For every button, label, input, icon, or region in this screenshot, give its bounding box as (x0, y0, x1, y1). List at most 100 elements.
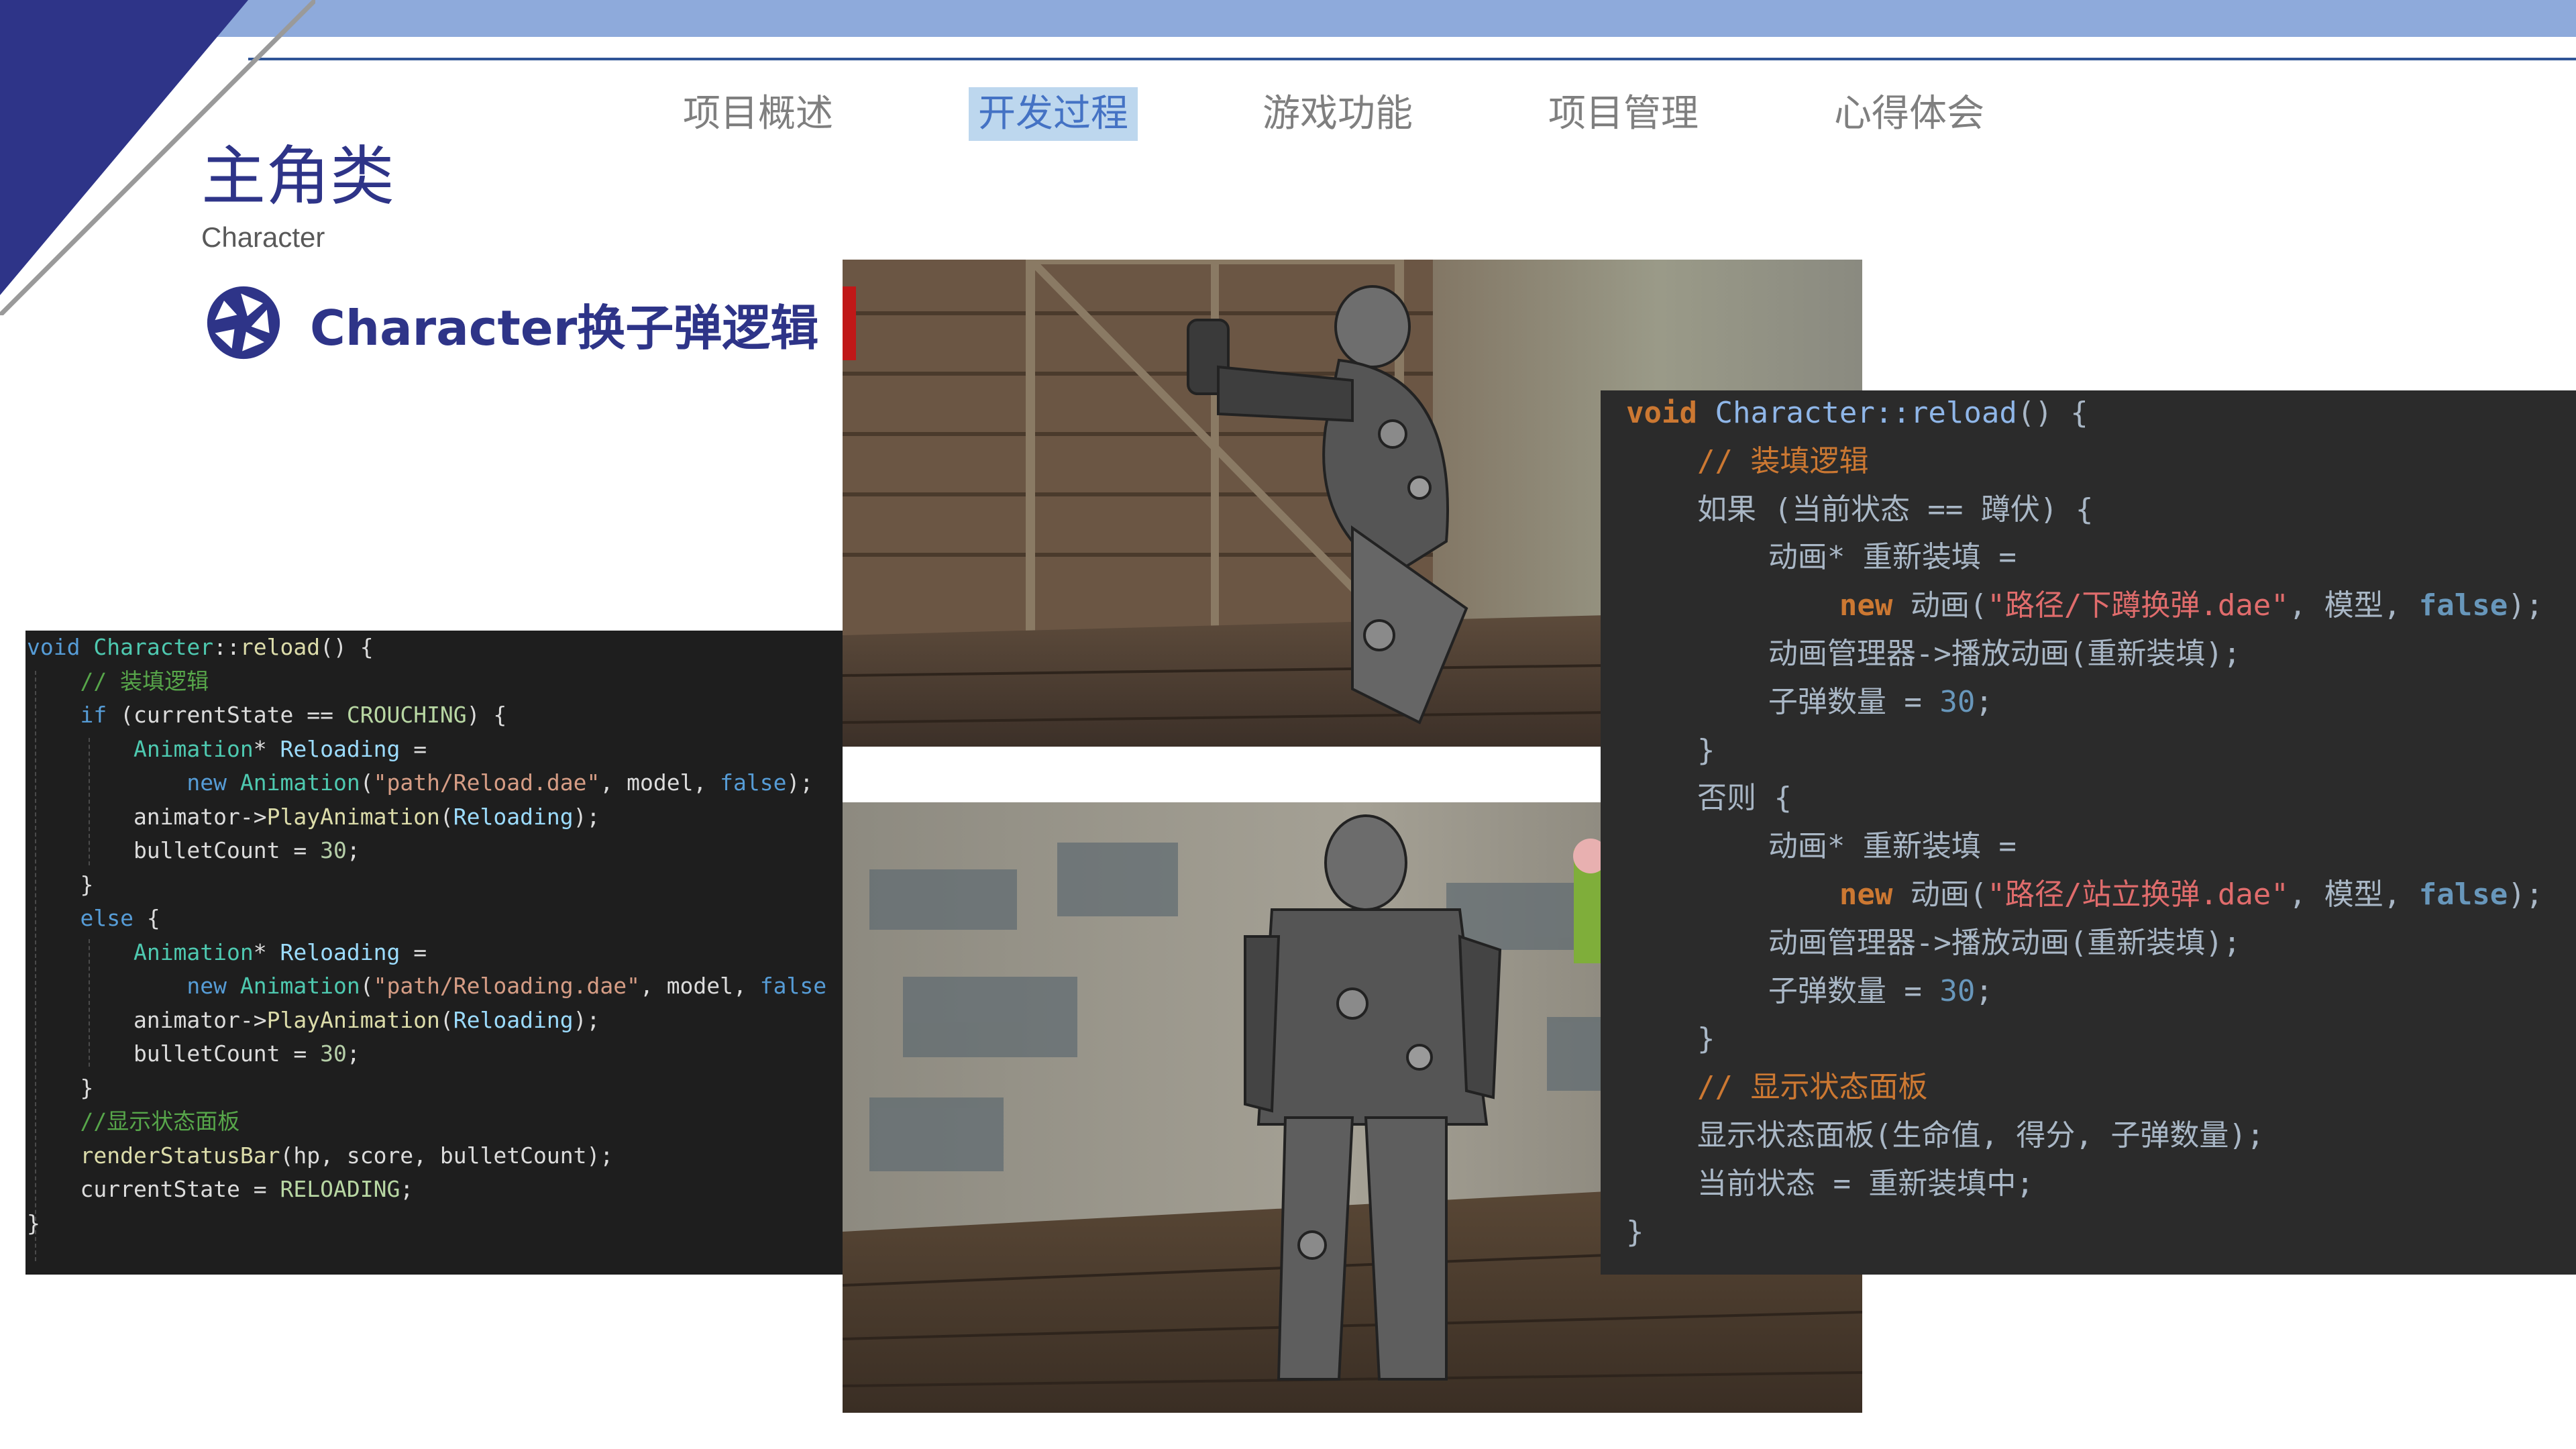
code-token: Reloading (453, 1006, 574, 1033)
code-line: Animation* Reloading = (27, 936, 427, 969)
header-rule (248, 58, 2576, 60)
code-token: 动画* 重新装填 = (1626, 540, 2017, 575)
code-token: 30 (1939, 973, 1976, 1008)
code-line: //显示状态面板 (27, 1105, 239, 1138)
code-line: } (27, 1071, 93, 1105)
header-band (0, 0, 2576, 37)
code-token: PlayAnimation (266, 1006, 440, 1033)
code-token: { (133, 905, 160, 931)
code-token: () { (320, 634, 374, 660)
code-token: if (80, 702, 107, 728)
code-token: // 显示状态面板 (1697, 1070, 1928, 1105)
code-token: // 装填逻辑 (80, 667, 209, 694)
code-token: new (186, 973, 227, 999)
code-token: 30 (320, 837, 347, 863)
code-token: 动画管理器->播放动画(重新装填); (1626, 925, 2241, 960)
code-token: Reloading (280, 938, 400, 965)
code-token: RELOADING (280, 1176, 400, 1202)
code-token: } (27, 1074, 94, 1101)
code-token: ; (1975, 684, 1993, 719)
code-line: 子弹数量 = 30; (1626, 967, 1993, 1015)
code-token: new (1839, 588, 1893, 623)
code-line: 子弹数量 = 30; (1626, 678, 1993, 726)
code-line: else { (27, 902, 160, 935)
tab-game-features[interactable]: 游戏功能 (1263, 87, 1413, 141)
code-token: } (1626, 1214, 1644, 1249)
code-token: 当前状态 = 重新装填中; (1626, 1166, 2034, 1201)
code-token: ) { (466, 702, 507, 728)
code-token: bulletCount = (27, 837, 321, 863)
code-token: ); (573, 803, 600, 830)
code-line: // 显示状态面板 (1626, 1063, 1927, 1111)
code-token: ; (400, 1176, 414, 1202)
code-token: Animation (239, 973, 360, 999)
code-token: 30 (320, 1040, 347, 1067)
code-line: Animation* Reloading = (27, 733, 427, 766)
code-token: (hp, score, bulletCount); (280, 1142, 614, 1169)
code-token: false (2418, 877, 2508, 912)
code-token: bulletCount = (27, 1040, 321, 1067)
code-token: Character (93, 634, 214, 660)
code-line: 动画* 重新装填 = (1626, 822, 2017, 870)
code-line: 当前状态 = 重新装填中; (1626, 1160, 2034, 1208)
code-token: "路径/站立换弹.dae" (1987, 877, 2289, 912)
tab-development-process[interactable]: 开发过程 (969, 87, 1138, 141)
code-line: void Character::reload() { (27, 631, 374, 664)
code-line: 动画管理器->播放动画(重新装填); (1626, 630, 2241, 678)
code-line: new 动画("路径/站立换弹.dae", 模型, false); (1626, 871, 2543, 918)
code-token: "path/Reloading.dae" (373, 973, 640, 999)
code-line: void Character::reload() { (1626, 390, 2088, 437)
code-token: 动画( (1892, 877, 1988, 912)
code-token: Animation (133, 735, 254, 762)
code-token: 动画* 重新装填 = (1626, 829, 2017, 864)
code-token: , 模型, (2288, 588, 2419, 623)
code-line: new Animation("path/Reloading.dae", mode… (27, 969, 826, 1003)
code-token: 动画管理器->播放动画(重新装填); (1626, 637, 2241, 671)
code-token: ; (346, 837, 360, 863)
code-line: new Animation("path/Reload.dae", model, … (27, 766, 813, 800)
code-token: currentState = (27, 1176, 280, 1202)
code-token: false (759, 973, 827, 999)
code-token: CROUCHING (346, 702, 467, 728)
tab-overview[interactable]: 项目概述 (683, 87, 833, 141)
code-line: bulletCount = 30; (27, 1037, 360, 1071)
code-token: :: (213, 634, 240, 660)
code-token: (currentState == (107, 702, 347, 728)
code-token: 动画( (1892, 588, 1988, 623)
code-token: 显示状态面板(生命值, 得分, 子弹数量); (1626, 1118, 2265, 1152)
code-line: renderStatusBar(hp, score, bulletCount); (27, 1139, 613, 1173)
code-line: 否则 { (1626, 774, 1792, 822)
code-token: ( (360, 973, 374, 999)
code-line: } (1626, 727, 1715, 774)
code-line: } (1626, 1208, 1644, 1256)
code-token: , model, (639, 973, 760, 999)
code-token: new (1839, 877, 1893, 912)
code-line: new 动画("路径/下蹲换弹.dae", 模型, false); (1626, 582, 2543, 629)
code-token: , 模型, (2288, 877, 2419, 912)
code-line: bulletCount = 30; (27, 834, 360, 867)
code-token: animator-> (27, 1006, 267, 1033)
tab-project-management[interactable]: 项目管理 (1548, 87, 1699, 141)
code-line: // 装填逻辑 (27, 665, 209, 698)
code-token: Reloading (453, 803, 574, 830)
code-token: ); (2508, 588, 2544, 623)
code-token: } (27, 1210, 40, 1236)
code-line: } (1626, 1015, 1715, 1063)
code-token: void (1626, 396, 1697, 430)
code-line: if (currentState == CROUCHING) { (27, 698, 506, 732)
tab-reflections[interactable]: 心得体会 (1834, 87, 1984, 141)
code-editor-right: void Character::reload() { // 装填逻辑 如果 (当… (1601, 390, 2576, 1275)
code-token: } (27, 871, 94, 898)
section-heading: Character换子弹逻辑 (310, 300, 819, 356)
code-token: // 装填逻辑 (1697, 443, 1869, 478)
code-token: false (2418, 588, 2508, 623)
code-token: } (1626, 1022, 1715, 1057)
